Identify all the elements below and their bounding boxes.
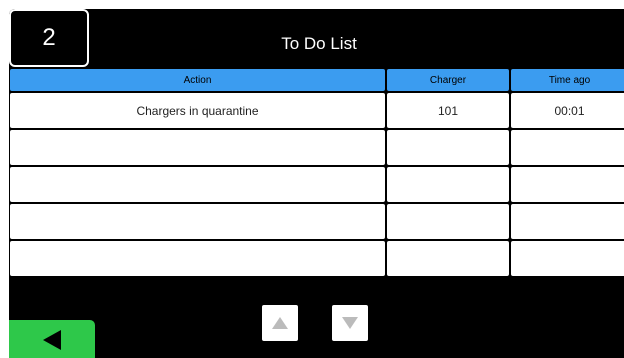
action-cell <box>10 204 385 239</box>
todo-table: Action Charger Time ago Chargers in quar… <box>9 67 624 278</box>
page-title: To Do List <box>281 34 357 53</box>
screen: 2 To Do List Action Charger Time ago Cha… <box>9 9 624 358</box>
scroll-down-button[interactable] <box>332 305 368 341</box>
time-ago-cell <box>511 204 624 239</box>
action-cell <box>10 241 385 276</box>
table-header-row: Action Charger Time ago <box>10 69 624 91</box>
column-header-action: Action <box>10 69 385 91</box>
column-header-time-ago: Time ago <box>511 69 624 91</box>
time-ago-cell <box>511 167 624 202</box>
time-ago-cell: 00:01 <box>511 93 624 128</box>
back-button[interactable] <box>9 320 95 358</box>
action-cell: Chargers in quarantine <box>10 93 385 128</box>
table-row[interactable] <box>10 241 624 276</box>
table-row[interactable] <box>10 130 624 165</box>
column-header-charger: Charger <box>387 69 509 91</box>
charger-cell: 101 <box>387 93 509 128</box>
charger-cell <box>387 241 509 276</box>
charger-cell <box>387 167 509 202</box>
charger-cell <box>387 130 509 165</box>
table-row[interactable]: Chargers in quarantine 101 00:01 <box>10 93 624 128</box>
triangle-up-icon <box>272 317 288 329</box>
scroll-up-button[interactable] <box>262 305 298 341</box>
action-cell <box>10 167 385 202</box>
time-ago-cell <box>511 130 624 165</box>
triangle-down-icon <box>342 317 358 329</box>
charger-cell <box>387 204 509 239</box>
table-row[interactable] <box>10 167 624 202</box>
action-cell <box>10 130 385 165</box>
table-row[interactable] <box>10 204 624 239</box>
triangle-left-icon <box>43 330 61 350</box>
time-ago-cell <box>511 241 624 276</box>
